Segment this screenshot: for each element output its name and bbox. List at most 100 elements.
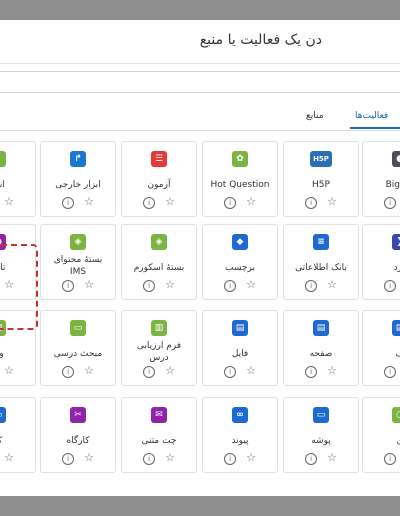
module-label: ورد (393, 263, 400, 273)
info-icon[interactable]: i (305, 280, 318, 292)
module-label: H5P (312, 180, 330, 190)
module-label: بانک اطلاعاتی (295, 263, 347, 273)
star-icon[interactable]: ☆ (246, 452, 256, 463)
tab-activities[interactable]: فعالیت‌ها (355, 111, 388, 121)
info-icon[interactable]: i (62, 366, 75, 378)
star-icon[interactable]: ☆ (165, 365, 175, 376)
quiz-icon: ☰ (151, 151, 167, 167)
chat-icon: ✉ (151, 407, 167, 423)
glossary-icon: ❯ (392, 234, 400, 250)
info-icon[interactable]: i (143, 366, 156, 378)
folder-icon: ▭ (313, 407, 329, 423)
star-icon[interactable]: ☆ (84, 452, 94, 463)
module-tile[interactable]: ✉ چت متنی i ☆ (121, 397, 197, 473)
module-tile[interactable]: ◔ ی i☆ (362, 397, 400, 473)
module-tile[interactable]: ▭ پوشه i ☆ (283, 397, 359, 473)
module-tile[interactable]: ↱ ابزار خارجی i ☆ (40, 141, 116, 217)
info-icon[interactable]: i (224, 366, 237, 378)
module-tile[interactable]: H5P H5P i ☆ (283, 141, 359, 217)
star-icon[interactable]: ☆ (165, 279, 175, 290)
star-icon[interactable]: ☆ (4, 365, 14, 376)
module-label: چت متنی (141, 436, 177, 446)
star-icon[interactable]: ☆ (4, 196, 14, 207)
tile-actions: i☆ (203, 196, 277, 209)
info-icon[interactable]: i (143, 197, 156, 209)
module-tile[interactable]: ∞ پیوند i ☆ (202, 397, 278, 473)
star-icon[interactable]: ☆ (4, 452, 14, 463)
module-label: بستهٔ اسکورم (133, 263, 185, 273)
info-icon[interactable]: i (224, 280, 237, 292)
star-icon[interactable]: ☆ (84, 279, 94, 290)
wiki-icon: ▭ (0, 407, 6, 423)
search-input[interactable] (0, 71, 400, 93)
module-tile[interactable]: ✿ Hot Question i ☆ (202, 141, 278, 217)
scorm-icon: ◈ (151, 234, 167, 250)
star-icon[interactable]: ☆ (327, 196, 337, 207)
module-tile[interactable]: ✂ کارگاه i ☆ (40, 397, 116, 473)
module-tile[interactable]: ☰ آزمون i ☆ (121, 141, 197, 217)
info-icon[interactable]: i (384, 197, 397, 209)
info-icon[interactable]: i (305, 366, 318, 378)
tab-resources[interactable]: منابع (306, 111, 324, 121)
modal-header: دن یک فعالیت یا منبع (0, 20, 400, 64)
module-label: ابزار خارجی (55, 180, 101, 190)
tile-actions: i☆ (122, 196, 196, 209)
info-icon[interactable]: i (305, 453, 318, 465)
modal-title: دن یک فعالیت یا منبع (199, 32, 322, 48)
module-tile[interactable]: ▭ مبحث درسی i ☆ (40, 310, 116, 386)
star-icon[interactable]: ☆ (327, 452, 337, 463)
star-icon[interactable]: ☆ (246, 196, 256, 207)
module-label: فایل (231, 349, 249, 359)
module-tile[interactable]: ◆ برچسب i ☆ (202, 224, 278, 300)
module-tile[interactable]: ▤ فایل i ☆ (202, 310, 278, 386)
tile-actions: i☆ (122, 365, 196, 378)
info-icon[interactable]: i (384, 280, 397, 292)
star-icon[interactable]: ☆ (327, 365, 337, 376)
module-tile[interactable]: ▥ فرم ارزیابی درس i ☆ (121, 310, 197, 386)
info-icon[interactable]: i (224, 197, 237, 209)
star-icon[interactable]: ☆ (84, 365, 94, 376)
h5p-icon: H5P (310, 151, 332, 167)
info-icon[interactable]: i (62, 453, 75, 465)
info-icon[interactable]: i (143, 280, 156, 292)
module-tile[interactable]: ▭ ک i☆ (0, 397, 36, 473)
star-icon[interactable]: ☆ (327, 279, 337, 290)
tile-actions: i☆ (363, 280, 400, 292)
module-tile[interactable]: ◐ BigBlu i☆ (362, 141, 400, 217)
hot-question-icon: ✿ (232, 151, 248, 167)
star-icon[interactable]: ☆ (246, 279, 256, 290)
tab-bar: منابع فعالیت‌ها (0, 103, 400, 131)
star-icon[interactable]: ☆ (165, 196, 175, 207)
page-background-bottom (0, 496, 400, 516)
star-icon[interactable]: ☆ (246, 365, 256, 376)
tile-actions: i☆ (0, 452, 35, 465)
module-label: بستهٔ محتوای IMS (53, 255, 103, 277)
info-icon[interactable]: i (143, 453, 156, 465)
tile-actions: i☆ (284, 365, 358, 378)
module-label: واژ (0, 349, 4, 359)
tile-actions: i☆ (284, 196, 358, 209)
module-tile[interactable]: ▤ ف i☆ (362, 310, 400, 386)
module-tile[interactable]: ◈ بستهٔ محتوای IMS i ☆ (40, 224, 116, 300)
module-tile[interactable]: ✓ انت i☆ (0, 141, 36, 217)
module-tile[interactable]: ▤ صفحه i ☆ (283, 310, 359, 386)
star-icon[interactable]: ☆ (165, 452, 175, 463)
info-icon[interactable]: i (224, 453, 237, 465)
page-icon: ▤ (313, 320, 329, 336)
module-label: ک (0, 435, 35, 447)
module-tile[interactable]: ≡ بانک اطلاعاتی i ☆ (283, 224, 359, 300)
label-icon: ◆ (232, 234, 248, 250)
info-icon[interactable]: i (305, 197, 318, 209)
star-icon[interactable]: ☆ (84, 196, 94, 207)
tile-actions: i☆ (284, 452, 358, 465)
tile-actions: i☆ (0, 196, 35, 209)
file-icon: ▤ (232, 320, 248, 336)
module-tile[interactable]: ❯ ورد i☆ (362, 224, 400, 300)
info-icon[interactable]: i (62, 197, 75, 209)
info-icon[interactable]: i (384, 453, 397, 465)
page-background-top (0, 0, 400, 20)
info-icon[interactable]: i (62, 280, 75, 292)
module-tile[interactable]: ◈ بستهٔ اسکورم i ☆ (121, 224, 197, 300)
info-icon[interactable]: i (384, 366, 397, 378)
module-label: پیوند (231, 436, 249, 446)
